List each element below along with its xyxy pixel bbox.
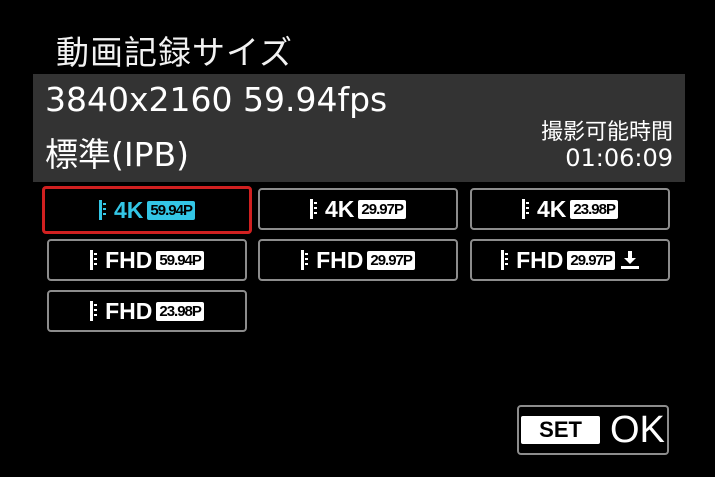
info-panel: 3840x2160 59.94fps 標準(IPB) 撮影可能時間 01:06:… bbox=[33, 74, 685, 182]
download-icon bbox=[620, 251, 639, 269]
option-resolution: 4K bbox=[325, 195, 355, 222]
option-resolution: FHD bbox=[105, 297, 153, 324]
option-fhd-5994p[interactable]: FHD 59.94P bbox=[47, 239, 247, 281]
option-resolution: FHD bbox=[316, 246, 364, 273]
set-label: SET bbox=[521, 416, 600, 444]
set-ok-button[interactable]: SET OK bbox=[517, 405, 669, 455]
option-fps-badge: 23.98P bbox=[570, 199, 618, 219]
movie-icon bbox=[301, 250, 313, 270]
option-fps-badge: 29.97P bbox=[358, 199, 406, 219]
option-fhd-2997p-light[interactable]: FHD 29.97P bbox=[470, 239, 670, 281]
movie-icon bbox=[522, 199, 534, 219]
movie-icon bbox=[90, 250, 102, 270]
quality-mode: 標準(IPB) bbox=[45, 135, 190, 174]
movie-icon bbox=[90, 301, 102, 321]
option-fps-badge: 29.97P bbox=[367, 250, 415, 270]
movie-icon bbox=[99, 200, 111, 220]
menu-title: 動画記録サイズ bbox=[56, 33, 294, 72]
rec-time-label: 撮影可能時間 bbox=[540, 120, 673, 145]
rec-time-value: 01:06:09 bbox=[565, 144, 673, 172]
option-resolution: 4K bbox=[537, 195, 567, 222]
option-fhd-2997p[interactable]: FHD 29.97P bbox=[258, 239, 458, 281]
option-fps-badge: 23.98P bbox=[156, 301, 204, 321]
resolution-fps: 3840x2160 59.94fps bbox=[45, 80, 388, 119]
option-4k-2997p[interactable]: 4K 29.97P bbox=[258, 188, 458, 230]
option-resolution: FHD bbox=[516, 246, 564, 273]
option-resolution: FHD bbox=[105, 246, 153, 273]
option-fps-badge: 59.94P bbox=[147, 200, 195, 220]
option-4k-5994p[interactable]: 4K 59.94P bbox=[42, 186, 252, 234]
ok-label: OK bbox=[609, 409, 665, 451]
option-4k-2398p[interactable]: 4K 23.98P bbox=[470, 188, 670, 230]
option-fps-badge: 29.97P bbox=[567, 250, 615, 270]
option-resolution: 4K bbox=[114, 196, 144, 223]
movie-icon bbox=[310, 199, 322, 219]
movie-icon bbox=[501, 250, 513, 270]
option-fhd-2398p[interactable]: FHD 23.98P bbox=[47, 290, 247, 332]
option-fps-badge: 59.94P bbox=[156, 250, 204, 270]
